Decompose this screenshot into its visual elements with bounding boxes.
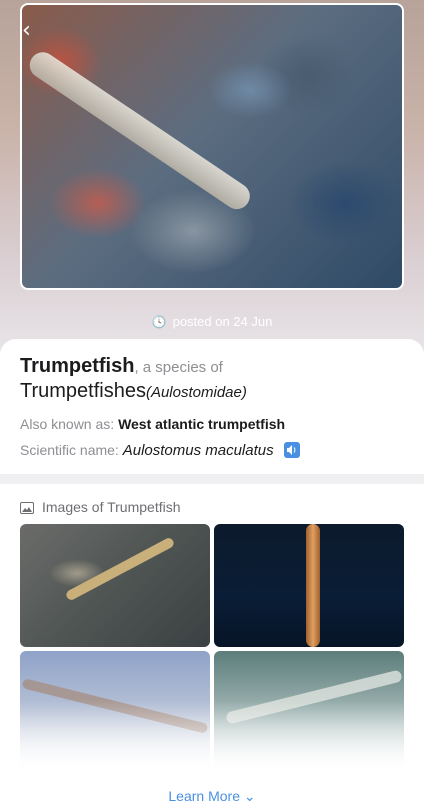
clock-icon: 🕓 (151, 315, 167, 329)
aka-value: West atlantic trumpetfish (118, 416, 286, 432)
image-icon (20, 502, 34, 514)
fish-image-detail (24, 47, 255, 215)
learn-more-button[interactable]: Learn More ⌄ (0, 788, 424, 805)
family-scientific: (Aulostomidae) (145, 384, 247, 401)
also-known-as-row: Also known as: West atlantic trumpetfish (20, 416, 285, 432)
posted-text: posted on 24 Jun (172, 314, 273, 329)
species-of-text: , a species of (134, 359, 223, 376)
fish-image-detail (306, 524, 320, 647)
posted-date: 🕓 posted on 24 Jun (0, 314, 424, 329)
family-title[interactable]: Trumpetfishes(Aulostomidae) (20, 380, 247, 403)
gallery-header: Images of Trumpetfish (20, 499, 181, 515)
common-name: Trumpetfish (20, 355, 135, 377)
fish-image-detail (64, 536, 176, 602)
section-divider (0, 474, 424, 484)
family-name[interactable]: Trumpetfishes (20, 380, 146, 402)
gallery-title: Images of Trumpetfish (42, 499, 181, 515)
back-icon[interactable]: ‹ (22, 20, 40, 42)
gallery-fade (0, 700, 424, 790)
main-photo[interactable] (20, 3, 404, 290)
scientific-name-row: Scientific name: Aulostomus maculatus (20, 442, 300, 459)
gallery-thumb-2[interactable] (214, 524, 404, 647)
species-title: Trumpetfish, a species of (20, 355, 223, 378)
sci-label: Scientific name: (20, 442, 119, 458)
gallery-thumb-1[interactable] (20, 524, 210, 647)
speaker-icon[interactable] (283, 442, 300, 458)
sci-value: Aulostomus maculatus (122, 442, 274, 459)
aka-label: Also known as: (20, 416, 115, 432)
